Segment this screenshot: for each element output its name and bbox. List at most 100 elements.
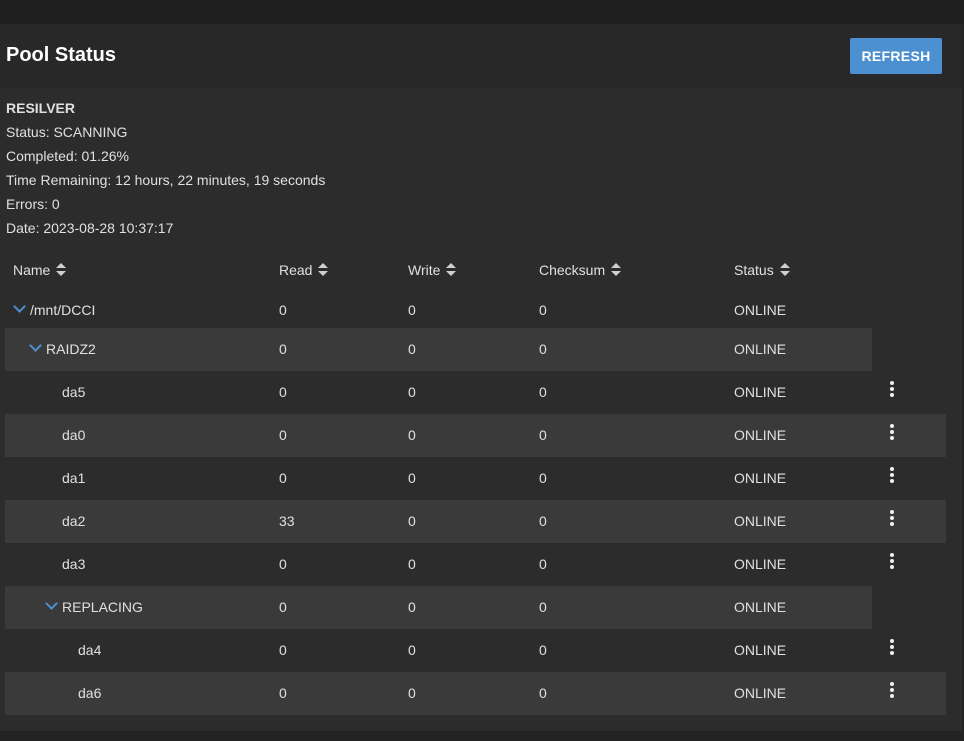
row-status: ONLINE bbox=[734, 556, 787, 572]
row-write: 0 bbox=[408, 302, 416, 318]
row-write: 0 bbox=[408, 556, 416, 572]
column-header-status[interactable]: Status bbox=[734, 262, 790, 278]
row-status: ONLINE bbox=[734, 513, 787, 529]
column-header-name[interactable]: Name bbox=[13, 262, 67, 278]
table-row-disk[interactable]: da5 0 0 0 ONLINE bbox=[5, 371, 946, 414]
table-row-disk[interactable]: da1 0 0 0 ONLINE bbox=[5, 457, 946, 500]
row-read: 0 bbox=[279, 427, 287, 443]
row-checksum: 0 bbox=[539, 470, 547, 486]
column-header-read-label: Read bbox=[279, 262, 313, 278]
row-write: 0 bbox=[408, 685, 416, 701]
top-bar bbox=[0, 0, 964, 24]
row-name: da2 bbox=[62, 513, 86, 529]
row-read: 0 bbox=[279, 556, 287, 572]
card-header: Pool Status REFRESH bbox=[0, 24, 962, 88]
row-write: 0 bbox=[408, 341, 416, 357]
row-status: ONLINE bbox=[734, 470, 787, 486]
column-header-checksum-label: Checksum bbox=[539, 262, 606, 278]
row-read: 0 bbox=[279, 341, 287, 357]
column-header-status-label: Status bbox=[734, 262, 774, 278]
sort-icon bbox=[446, 263, 457, 277]
row-checksum: 0 bbox=[539, 302, 547, 318]
row-write: 0 bbox=[408, 513, 416, 529]
row-write: 0 bbox=[408, 470, 416, 486]
row-status: ONLINE bbox=[734, 384, 787, 400]
row-status: ONLINE bbox=[734, 427, 787, 443]
row-name: da5 bbox=[62, 384, 86, 400]
resilver-completed: Completed: 01.26% bbox=[6, 148, 129, 164]
row-name-cell: REPLACING bbox=[45, 597, 143, 615]
row-status: ONLINE bbox=[734, 642, 787, 658]
table-row-disk[interactable]: da2 33 0 0 ONLINE bbox=[5, 500, 946, 543]
pool-status-card: Pool Status REFRESH RESILVER Status: SCA… bbox=[0, 24, 962, 731]
more-vert-icon[interactable] bbox=[887, 637, 897, 659]
resilver-status: Status: SCANNING bbox=[6, 124, 128, 140]
row-status: ONLINE bbox=[734, 302, 787, 318]
row-checksum: 0 bbox=[539, 384, 547, 400]
row-read: 33 bbox=[279, 513, 295, 529]
column-header-name-label: Name bbox=[13, 262, 51, 278]
row-name: da6 bbox=[78, 685, 102, 701]
refresh-button[interactable]: REFRESH bbox=[850, 38, 942, 74]
sort-icon bbox=[779, 263, 790, 277]
row-read: 0 bbox=[279, 599, 287, 615]
chevron-down-icon[interactable] bbox=[29, 339, 42, 352]
column-header-read[interactable]: Read bbox=[279, 262, 329, 278]
row-write: 0 bbox=[408, 642, 416, 658]
more-vert-icon[interactable] bbox=[887, 465, 897, 487]
row-status: ONLINE bbox=[734, 341, 787, 357]
table-row-disk[interactable]: da6 0 0 0 ONLINE bbox=[5, 672, 946, 715]
row-read: 0 bbox=[279, 384, 287, 400]
sort-icon bbox=[56, 263, 67, 277]
resilver-info: RESILVER Status: SCANNING Completed: 01.… bbox=[6, 100, 325, 244]
chevron-down-icon[interactable] bbox=[13, 300, 26, 313]
row-name-cell: RAIDZ2 bbox=[29, 339, 96, 357]
table-row-disk[interactable]: da3 0 0 0 ONLINE bbox=[5, 543, 946, 586]
row-write: 0 bbox=[408, 599, 416, 615]
more-vert-icon[interactable] bbox=[887, 680, 897, 702]
column-header-write-label: Write bbox=[408, 262, 441, 278]
table-row-pool[interactable]: /mnt/DCCI 0 0 0 ONLINE bbox=[5, 289, 872, 332]
row-name: da4 bbox=[78, 642, 102, 658]
row-name: RAIDZ2 bbox=[46, 341, 96, 357]
row-checksum: 0 bbox=[539, 556, 547, 572]
row-read: 0 bbox=[279, 642, 287, 658]
row-write: 0 bbox=[408, 427, 416, 443]
row-checksum: 0 bbox=[539, 599, 547, 615]
row-status: ONLINE bbox=[734, 599, 787, 615]
row-checksum: 0 bbox=[539, 341, 547, 357]
chevron-down-icon[interactable] bbox=[45, 597, 58, 610]
more-vert-icon[interactable] bbox=[887, 422, 897, 444]
sort-icon bbox=[611, 263, 622, 277]
row-read: 0 bbox=[279, 685, 287, 701]
resilver-errors: Errors: 0 bbox=[6, 196, 60, 212]
row-checksum: 0 bbox=[539, 513, 547, 529]
row-write: 0 bbox=[408, 384, 416, 400]
row-name-cell: /mnt/DCCI bbox=[13, 300, 96, 318]
row-name: da3 bbox=[62, 556, 86, 572]
row-name: REPLACING bbox=[62, 599, 143, 615]
row-read: 0 bbox=[279, 302, 287, 318]
column-header-write[interactable]: Write bbox=[408, 262, 457, 278]
table-row-disk[interactable]: da0 0 0 0 ONLINE bbox=[5, 414, 946, 457]
row-name: da1 bbox=[62, 470, 86, 486]
more-vert-icon[interactable] bbox=[887, 551, 897, 573]
table-row-disk[interactable]: da4 0 0 0 ONLINE bbox=[5, 629, 946, 672]
row-read: 0 bbox=[279, 470, 287, 486]
resilver-heading: RESILVER bbox=[6, 100, 75, 116]
more-vert-icon[interactable] bbox=[887, 379, 897, 401]
row-checksum: 0 bbox=[539, 685, 547, 701]
row-checksum: 0 bbox=[539, 642, 547, 658]
resilver-time-remaining: Time Remaining: 12 hours, 22 minutes, 19… bbox=[6, 172, 326, 188]
row-status: ONLINE bbox=[734, 685, 787, 701]
more-vert-icon[interactable] bbox=[887, 508, 897, 530]
row-name: da0 bbox=[62, 427, 86, 443]
table-row-replacing[interactable]: REPLACING 0 0 0 ONLINE bbox=[5, 586, 872, 629]
row-checksum: 0 bbox=[539, 427, 547, 443]
column-header-checksum[interactable]: Checksum bbox=[539, 262, 622, 278]
table-row-vdev[interactable]: RAIDZ2 0 0 0 ONLINE bbox=[5, 328, 872, 371]
table-header: Name Read Write Checksum Status bbox=[0, 262, 962, 280]
sort-icon bbox=[318, 263, 329, 277]
page-title: Pool Status bbox=[6, 44, 117, 66]
row-name: /mnt/DCCI bbox=[30, 302, 96, 318]
